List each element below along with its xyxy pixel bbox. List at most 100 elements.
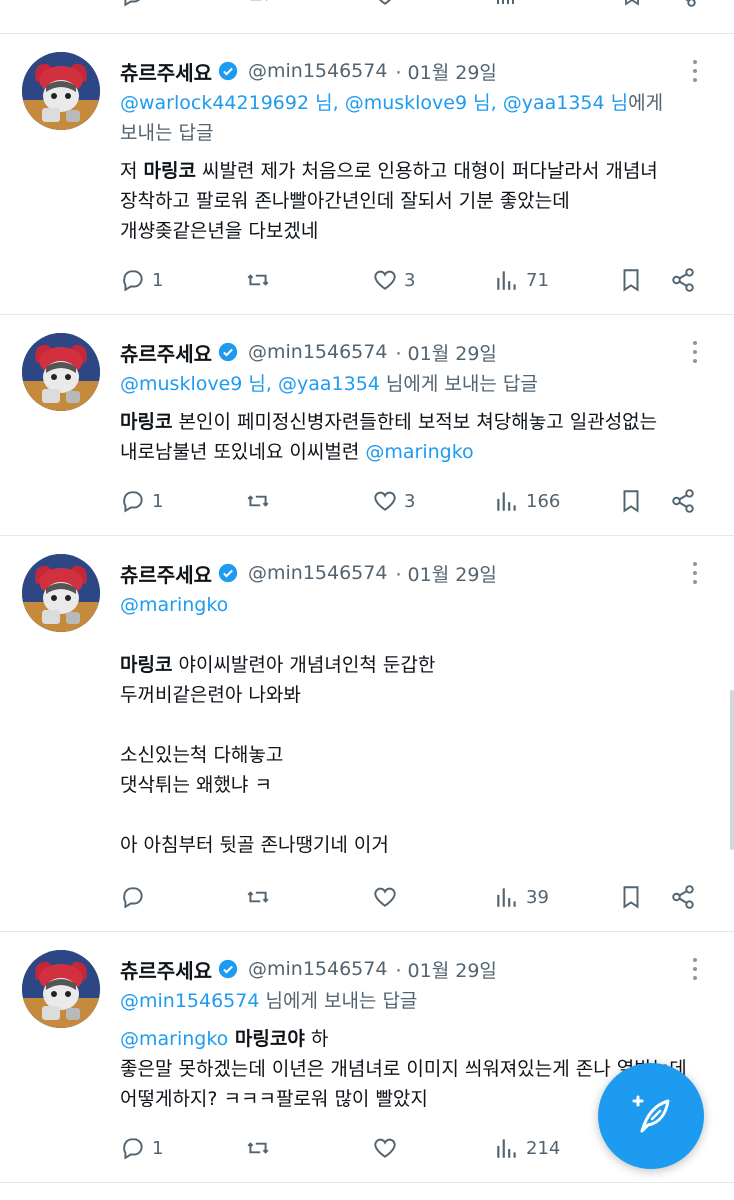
mention-link[interactable]: @yaa1354 <box>278 373 380 395</box>
avatar[interactable] <box>22 52 100 130</box>
handle[interactable]: @min1546574 <box>248 341 387 363</box>
reply-button[interactable]: 1 <box>120 260 163 300</box>
display-name[interactable]: 츄르주세요 <box>120 57 212 86</box>
mention-link[interactable]: @warlock44219692 <box>120 92 309 114</box>
share-button[interactable] <box>670 877 696 917</box>
mention-link[interactable]: @min1546574 <box>120 990 259 1012</box>
bold-text: 마링코야 <box>228 1028 305 1050</box>
reply-context-label: 님에게 보내는 답글 <box>379 373 538 395</box>
share-button[interactable] <box>670 260 696 300</box>
bold-text: 마링코 <box>143 160 196 182</box>
heart-icon <box>374 270 396 290</box>
views-count: 39 <box>526 886 549 908</box>
text-line: 아 아침부터 뒷골 존나땡기네 이거 <box>120 834 389 856</box>
reply-context: @warlock44219692 님, @musklove9 님, @yaa13… <box>120 88 710 148</box>
compose-feather-icon <box>632 1095 670 1133</box>
tweet[interactable]: 츄르주세요 @min1546574 · 01월 29일 @musklove9 님… <box>0 315 734 535</box>
verified-badge-icon <box>218 563 238 583</box>
text-line: 댓삭튀는 왜했냐 ㅋ <box>120 774 272 796</box>
views-icon <box>497 1139 516 1158</box>
avatar[interactable] <box>22 333 100 411</box>
share-icon[interactable] <box>672 0 698 8</box>
mention-suffix: 님, <box>242 373 278 395</box>
like-count: 3 <box>404 269 416 291</box>
bookmark-icon <box>623 490 639 513</box>
mention-link[interactable]: @musklove9 <box>345 92 467 114</box>
reply-icon <box>123 1138 143 1160</box>
mention-link[interactable]: @maringko <box>365 441 473 463</box>
mention-link[interactable]: @maringko <box>120 1028 228 1050</box>
repost-icon[interactable] <box>245 0 273 8</box>
views-button[interactable]: 39 <box>494 877 549 917</box>
views-count: 214 <box>526 1137 561 1159</box>
reply-icon[interactable] <box>120 0 146 8</box>
views-icon[interactable] <box>494 0 518 8</box>
tweet-header: 츄르주세요 @min1546574 · 01월 29일 <box>120 558 497 588</box>
mention-suffix: 님 <box>610 92 629 114</box>
bookmark-button[interactable] <box>618 481 644 521</box>
more-options-icon[interactable] <box>692 562 698 586</box>
tweet[interactable]: 츄르주세요 @min1546574 · 01월 29일 @maringko 마링… <box>0 536 734 931</box>
repost-button[interactable] <box>245 877 277 917</box>
timestamp[interactable]: · 01월 29일 <box>395 339 496 366</box>
tweet-header: 츄르주세요 @min1546574 · 01월 29일 <box>120 954 497 984</box>
timestamp[interactable]: · 01월 29일 <box>395 956 496 983</box>
display-name[interactable]: 츄르주세요 <box>120 955 212 984</box>
repost-button[interactable] <box>245 1128 277 1168</box>
repost-icon <box>247 891 269 903</box>
like-button[interactable]: 3 <box>372 260 415 300</box>
reply-icon <box>123 887 143 909</box>
more-options-icon[interactable] <box>692 60 698 84</box>
scrollbar[interactable] <box>730 690 734 850</box>
heart-icon <box>374 1138 396 1158</box>
timestamp[interactable]: · 01월 29일 <box>395 560 496 587</box>
heart-icon[interactable] <box>372 0 398 8</box>
timestamp[interactable]: · 01월 29일 <box>395 58 496 85</box>
mention-link[interactable]: @maringko <box>120 594 228 616</box>
tweet-header: 츄르주세요 @min1546574 · 01월 29일 <box>120 56 497 86</box>
divider <box>0 1182 734 1183</box>
handle[interactable]: @min1546574 <box>248 958 387 980</box>
reply-context: @min1546574 님에게 보내는 답글 <box>120 986 710 1016</box>
text-line: 소신있는척 다해놓고 <box>120 744 284 766</box>
avatar[interactable] <box>22 554 100 632</box>
bookmark-icon[interactable] <box>620 0 644 8</box>
handle[interactable]: @min1546574 <box>248 562 387 584</box>
text-segment: 씨발련 제가 처음으로 인용하고 대형이 퍼다날라서 개념녀 <box>195 160 658 182</box>
display-name[interactable]: 츄르주세요 <box>120 338 212 367</box>
mention-link[interactable]: @yaa1354 <box>503 92 605 114</box>
tweet-actions: 39 <box>120 877 710 917</box>
like-button[interactable] <box>372 1128 404 1168</box>
repost-button[interactable] <box>245 260 277 300</box>
compose-button[interactable] <box>598 1063 704 1169</box>
views-button[interactable]: 214 <box>494 1128 560 1168</box>
bookmark-button[interactable] <box>618 877 644 917</box>
views-button[interactable]: 71 <box>494 260 549 300</box>
more-options-icon[interactable] <box>692 341 698 365</box>
reply-icon <box>123 270 143 292</box>
more-options-icon[interactable] <box>692 958 698 982</box>
tweet-actions: 1 3 71 <box>120 260 710 300</box>
like-button[interactable]: 3 <box>372 481 415 521</box>
reply-context: @musklove9 님, @yaa1354 님에게 보내는 답글 <box>120 369 710 399</box>
views-button[interactable]: 166 <box>494 481 560 521</box>
reply-button[interactable]: 1 <box>120 1128 163 1168</box>
views-icon <box>497 888 516 907</box>
bookmark-button[interactable] <box>618 260 644 300</box>
mention-link[interactable]: @musklove9 <box>120 373 242 395</box>
display-name[interactable]: 츄르주세요 <box>120 559 212 588</box>
avatar[interactable] <box>22 950 100 1028</box>
reply-context-suffix: 에게 <box>628 92 664 114</box>
tweet[interactable]: 츄르주세요 @min1546574 · 01월 29일 @warlock4421… <box>0 34 734 314</box>
text-segment: 야이씨발련아 개념녀인척 둔갑한 <box>172 654 436 676</box>
verified-badge-icon <box>218 61 238 81</box>
repost-button[interactable] <box>245 481 277 521</box>
reply-context-label: 보내는 답글 <box>120 122 214 144</box>
reply-button[interactable] <box>120 877 152 917</box>
tweet-text: @maringko 마링코 야이씨발련아 개념녀인척 둔갑한 두꺼비같은련아 나… <box>120 590 710 860</box>
bookmark-icon <box>623 269 639 292</box>
share-button[interactable] <box>670 481 696 521</box>
like-button[interactable] <box>372 877 404 917</box>
handle[interactable]: @min1546574 <box>248 60 387 82</box>
reply-button[interactable]: 1 <box>120 481 163 521</box>
